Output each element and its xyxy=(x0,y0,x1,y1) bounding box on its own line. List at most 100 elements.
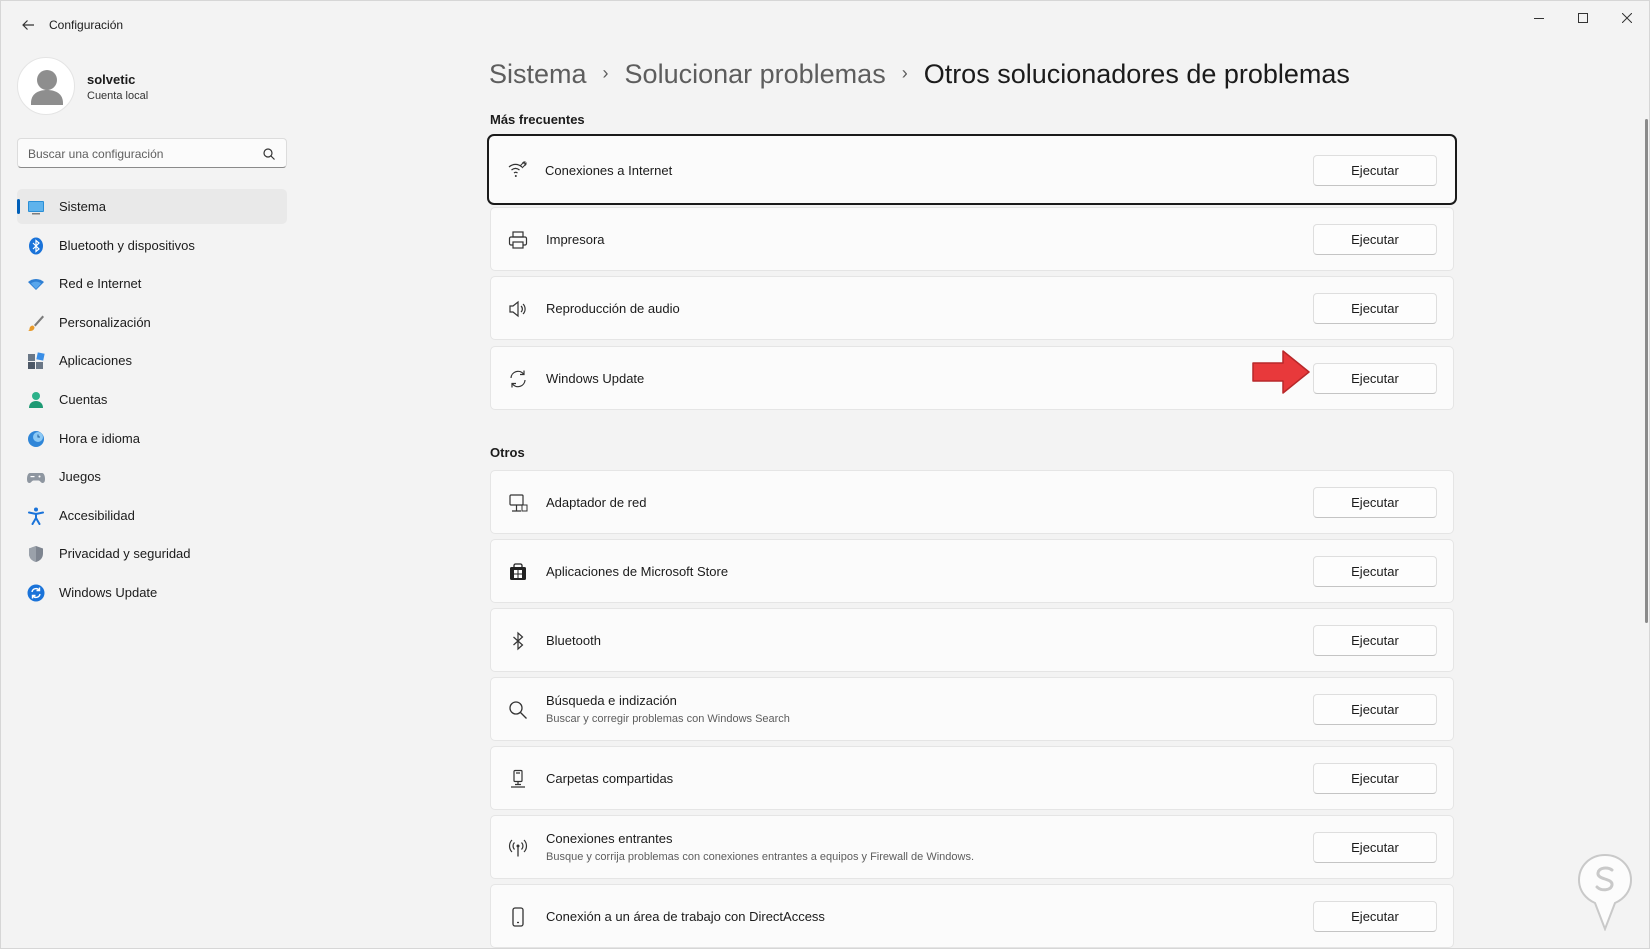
title-bar: Configuración xyxy=(1,1,1650,49)
run-button-windows-update[interactable]: Ejecutar xyxy=(1313,363,1437,394)
brush-icon xyxy=(28,315,44,331)
sidebar-nav: Sistema Bluetooth y dispositivos Red e I… xyxy=(17,189,287,614)
troubleshooter-label: Carpetas compartidas xyxy=(546,771,674,786)
troubleshooter-label: Búsqueda e indización xyxy=(546,693,677,708)
troubleshooter-network-adapter: Adaptador de red Ejecutar xyxy=(490,470,1454,534)
run-button-store-apps[interactable]: Ejecutar xyxy=(1313,556,1437,587)
troubleshooter-audio: Reproducción de audio Ejecutar xyxy=(490,276,1454,340)
troubleshooter-internet: Conexiones a Internet Ejecutar xyxy=(487,134,1457,205)
search-icon xyxy=(509,701,527,719)
troubleshooter-label: Conexiones entrantes xyxy=(546,831,673,846)
back-arrow-icon xyxy=(22,20,34,30)
settings-window: Configuración solvetic Cuenta local Busc… xyxy=(0,0,1650,949)
run-button-audio[interactable]: Ejecutar xyxy=(1313,293,1437,324)
app-title: Configuración xyxy=(49,18,124,32)
close-icon xyxy=(1622,13,1632,23)
person-silhouette-icon xyxy=(31,70,63,105)
speaker-icon xyxy=(509,300,526,318)
sidebar-item-label: Cuentas xyxy=(59,391,108,407)
printer-icon xyxy=(508,231,528,249)
run-button-internet[interactable]: Ejecutar xyxy=(1313,155,1437,186)
troubleshooter-search-indexing: Búsqueda e indización Buscar y corregir … xyxy=(490,677,1454,741)
troubleshooter-label: Adaptador de red xyxy=(546,495,647,510)
sidebar-item-label: Sistema xyxy=(59,199,106,214)
troubleshooter-label: Impresora xyxy=(546,232,605,247)
sidebar-item-label: Bluetooth y dispositivos xyxy=(59,237,195,253)
page-title: Otros solucionadores de problemas xyxy=(923,58,1350,89)
run-button-search-indexing[interactable]: Ejecutar xyxy=(1313,694,1437,725)
section-title-frequent: Más frecuentes xyxy=(490,112,585,127)
run-button-incoming-connections[interactable]: Ejecutar xyxy=(1313,832,1437,863)
close-button[interactable] xyxy=(1605,1,1649,35)
search-box[interactable]: Buscar una configuración xyxy=(17,138,287,168)
troubleshooter-store-apps: Aplicaciones de Microsoft Store Ejecutar xyxy=(490,539,1454,603)
troubleshooter-description: Busque y corrija problemas con conexione… xyxy=(546,851,974,863)
account-type: Cuenta local xyxy=(87,90,149,102)
monitor-icon xyxy=(28,201,44,215)
clock-globe-icon xyxy=(28,430,44,447)
troubleshooter-bluetooth: Bluetooth Ejecutar xyxy=(490,608,1454,672)
sync-icon xyxy=(510,370,526,388)
back-button[interactable] xyxy=(13,11,43,39)
troubleshooter-label: Conexión a un área de trabajo con Direct… xyxy=(546,909,825,924)
user-name: solvetic xyxy=(87,72,136,87)
store-icon xyxy=(510,563,526,580)
user-profile[interactable]: solvetic Cuenta local xyxy=(17,57,277,115)
troubleshooter-label: Windows Update xyxy=(546,371,645,386)
sidebar-item-red[interactable]: Red e Internet xyxy=(17,266,287,301)
troubleshooter-shared-folders: Carpetas compartidas Ejecutar xyxy=(490,746,1454,810)
section-title-others: Otros xyxy=(490,445,525,460)
run-button-directaccess[interactable]: Ejecutar xyxy=(1313,901,1437,932)
sidebar-item-windows-update[interactable]: Windows Update xyxy=(17,575,287,610)
breadcrumb: Sistema › Solucionar problemas › Otros s… xyxy=(489,54,1350,94)
run-button-printer[interactable]: Ejecutar xyxy=(1313,224,1437,255)
sidebar-item-cuentas[interactable]: Cuentas xyxy=(17,382,287,417)
sidebar-item-label: Hora e idioma xyxy=(59,430,140,446)
sidebar-item-bluetooth[interactable]: Bluetooth y dispositivos xyxy=(17,228,287,263)
avatar xyxy=(17,57,75,115)
sidebar-item-accesibilidad[interactable]: Accesibilidad xyxy=(17,498,287,533)
run-button-network-adapter[interactable]: Ejecutar xyxy=(1313,487,1437,518)
bluetooth-icon xyxy=(29,237,43,255)
gamepad-icon xyxy=(27,473,45,484)
sidebar-item-aplicaciones[interactable]: Aplicaciones xyxy=(17,343,287,378)
maximize-button[interactable] xyxy=(1561,1,1605,35)
sidebar-item-hora[interactable]: Hora e idioma xyxy=(17,421,287,456)
troubleshooter-label: Conexiones a Internet xyxy=(545,163,673,178)
breadcrumb-separator: › xyxy=(602,62,609,83)
sidebar-item-label: Juegos xyxy=(59,469,101,485)
search-placeholder[interactable]: Buscar una configuración xyxy=(28,147,163,161)
accessibility-icon xyxy=(28,507,44,525)
breadcrumb-separator: › xyxy=(901,62,908,83)
run-button-bluetooth[interactable]: Ejecutar xyxy=(1313,625,1437,656)
sidebar-item-privacidad[interactable]: Privacidad y seguridad xyxy=(17,536,287,571)
windows-update-icon xyxy=(27,584,45,602)
wifi-icon xyxy=(28,279,44,291)
breadcrumb-item-solucionar[interactable]: Solucionar problemas xyxy=(625,59,886,90)
minimize-button[interactable] xyxy=(1517,1,1561,35)
troubleshooter-description: Buscar y corregir problemas con Windows … xyxy=(546,713,790,725)
run-button-shared-folders[interactable]: Ejecutar xyxy=(1313,763,1437,794)
troubleshooter-label: Aplicaciones de Microsoft Store xyxy=(546,564,729,579)
sidebar-item-personalizacion[interactable]: Personalización xyxy=(17,305,287,340)
apps-icon xyxy=(28,352,45,370)
sidebar-item-sistema[interactable]: Sistema xyxy=(17,189,287,224)
network-monitor-icon xyxy=(509,494,528,512)
watermark-logo-icon xyxy=(1577,853,1633,931)
troubleshooter-label: Bluetooth xyxy=(546,633,601,648)
troubleshooter-directaccess: Conexión a un área de trabajo con Direct… xyxy=(490,884,1454,948)
annotation-arrow-icon xyxy=(1252,350,1310,394)
minimize-icon xyxy=(1534,18,1544,19)
scrollbar[interactable] xyxy=(1645,119,1648,623)
sidebar-item-label: Privacidad y seguridad xyxy=(59,546,191,562)
sidebar-item-label: Personalización xyxy=(59,314,151,330)
sidebar-item-label: Red e Internet xyxy=(59,276,142,292)
antenna-icon xyxy=(508,839,528,857)
wifi-wrench-icon xyxy=(508,161,527,177)
troubleshooter-label: Reproducción de audio xyxy=(546,301,680,316)
troubleshooter-printer: Impresora Ejecutar xyxy=(490,207,1454,271)
bluetooth-icon xyxy=(513,631,524,651)
breadcrumb-item-sistema[interactable]: Sistema xyxy=(489,59,587,90)
search-icon[interactable] xyxy=(262,147,276,161)
sidebar-item-juegos[interactable]: Juegos xyxy=(17,459,287,494)
